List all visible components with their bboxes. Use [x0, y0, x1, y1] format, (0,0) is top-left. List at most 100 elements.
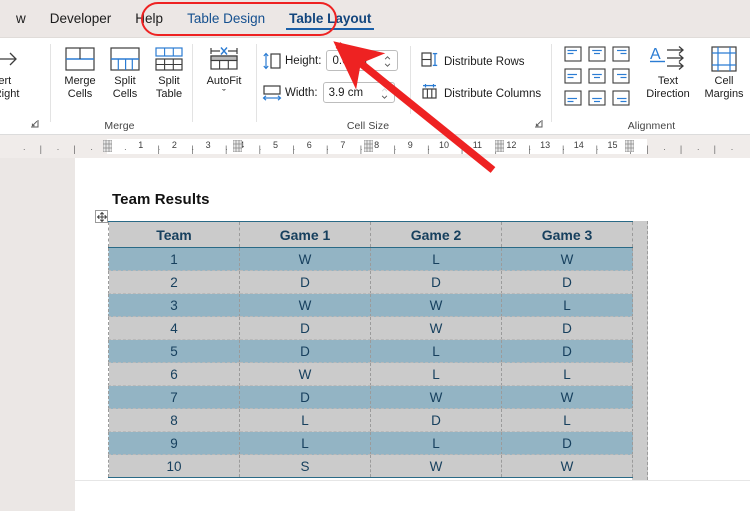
horizontal-ruler[interactable]: ·|·|·1·|2·|3·|4·|5·|6·|7·|8·|9·|10·|11·|… — [0, 135, 750, 158]
table-move-handle[interactable] — [95, 210, 108, 223]
alignment-button-grid — [561, 43, 633, 109]
align-top-right-button[interactable] — [609, 43, 633, 65]
table-cell[interactable]: D — [501, 270, 633, 294]
table-cell[interactable]: D — [501, 431, 633, 455]
distribute-rows-button[interactable]: Distribute Rows — [421, 51, 525, 73]
table-cell[interactable]: D — [239, 270, 371, 294]
table-cell[interactable]: 1 — [108, 247, 240, 271]
align-bottom-left-button[interactable] — [561, 87, 585, 109]
table-cell[interactable]: W — [239, 293, 371, 317]
table-cell[interactable]: L — [239, 431, 371, 455]
tab-table-layout[interactable]: Table Layout — [277, 0, 383, 38]
table-cell[interactable]: S — [239, 454, 371, 478]
tab-table-design[interactable]: Table Design — [175, 0, 277, 38]
table-row[interactable]: 8LDL — [108, 408, 633, 432]
table-cell[interactable]: 4 — [108, 316, 240, 340]
table-row[interactable]: 9LLD — [108, 431, 633, 455]
height-spinner[interactable] — [382, 51, 393, 72]
table-cell[interactable]: D — [239, 339, 371, 363]
cell-size-inner-divider — [410, 46, 411, 114]
table-cell[interactable]: W — [501, 385, 633, 409]
table-row[interactable]: 5DLD — [108, 339, 633, 363]
text-direction-label-1: Text — [657, 75, 679, 87]
table-cell[interactable]: L — [501, 362, 633, 386]
table-cell[interactable]: D — [239, 385, 371, 409]
results-table[interactable]: Team Game 1 Game 2 Game 3 1WLW2DDD3WWL4DWD5… — [108, 221, 633, 478]
align-bottom-center-button[interactable] — [585, 87, 609, 109]
table-cell[interactable]: W — [370, 293, 502, 317]
distribute-rows-icon — [421, 51, 438, 73]
table-cell[interactable]: W — [370, 454, 502, 478]
ruler-column-marker[interactable] — [102, 139, 112, 153]
table-row[interactable]: 1WLW — [108, 247, 633, 271]
table-cell[interactable]: 7 — [108, 385, 240, 409]
distribute-columns-button[interactable]: Distribute Columns — [421, 83, 541, 105]
width-spinner[interactable] — [379, 83, 390, 104]
ruler-column-marker[interactable] — [624, 139, 635, 153]
table-right-selection-strip[interactable] — [632, 221, 648, 480]
autofit-chevron-icon[interactable]: ˇ — [198, 88, 250, 101]
table-cell[interactable]: 8 — [108, 408, 240, 432]
table-cell[interactable]: 10 — [108, 454, 240, 478]
table-cell[interactable]: L — [239, 408, 371, 432]
align-bottom-right-button[interactable] — [609, 87, 633, 109]
split-table-button[interactable]: Split Table — [143, 43, 195, 100]
document-page[interactable]: Team Results Team Game 1 Game 2 Game 3 1WLW… — [75, 158, 750, 511]
table-cell[interactable]: W — [239, 362, 371, 386]
cell-size-dialog-launcher[interactable] — [532, 119, 544, 131]
table-cell[interactable]: W — [501, 454, 633, 478]
ruler-column-marker[interactable] — [363, 139, 374, 153]
width-input[interactable]: 3.9 cm — [322, 82, 395, 104]
table-cell[interactable]: L — [370, 339, 502, 363]
align-middle-left-button[interactable] — [561, 65, 585, 87]
table-cell[interactable]: D — [370, 270, 502, 294]
table-column-header[interactable]: Game 2 — [370, 221, 502, 248]
align-top-center-button[interactable] — [585, 43, 609, 65]
table-cell[interactable]: 9 — [108, 431, 240, 455]
table-cell[interactable]: L — [370, 431, 502, 455]
height-input[interactable]: 0.6 cm — [326, 50, 399, 72]
table-cell[interactable]: L — [501, 293, 633, 317]
ruler-tick: · — [393, 144, 397, 154]
table-cell[interactable]: 3 — [108, 293, 240, 317]
table-column-header[interactable]: Game 1 — [239, 221, 371, 248]
table-row[interactable]: 2DDD — [108, 270, 633, 294]
table-cell[interactable]: D — [239, 316, 371, 340]
table-cell[interactable]: 2 — [108, 270, 240, 294]
table-cell[interactable]: 6 — [108, 362, 240, 386]
table-cell[interactable]: L — [370, 247, 502, 271]
rows-columns-dialog-launcher[interactable] — [28, 119, 40, 131]
table-cell[interactable]: D — [370, 408, 502, 432]
autofit-button[interactable]: AutoFit ˇ — [198, 43, 250, 100]
table-cell[interactable]: W — [501, 247, 633, 271]
table-cell[interactable]: D — [501, 316, 633, 340]
table-row[interactable]: 10 S W W — [108, 454, 633, 478]
text-direction-button[interactable]: A Text Direction — [639, 43, 697, 100]
table-column-header[interactable]: Team — [108, 221, 240, 248]
table-cell[interactable]: D — [501, 339, 633, 363]
table-cell[interactable]: W — [370, 316, 502, 340]
align-middle-center-button[interactable] — [585, 65, 609, 87]
table-row[interactable]: 3WWL — [108, 293, 633, 317]
ruler-column-marker[interactable] — [232, 139, 243, 153]
ruler-column-marker[interactable] — [494, 139, 505, 153]
table-wrapper[interactable]: Team Game 1 Game 2 Game 3 1WLW2DDD3WWL4DWD5… — [108, 221, 633, 478]
table-cell[interactable]: L — [370, 362, 502, 386]
table-cell[interactable]: W — [239, 247, 371, 271]
table-row[interactable]: 4DWD — [108, 316, 633, 340]
cell-size-group-label: Cell Size — [346, 120, 390, 132]
insert-right-button[interactable]: sert n Right — [0, 43, 33, 100]
tab-developer[interactable]: Developer — [38, 0, 124, 38]
align-middle-right-button[interactable] — [609, 65, 633, 87]
table-cell[interactable]: 5 — [108, 339, 240, 363]
table-row[interactable]: 7DWW — [108, 385, 633, 409]
tab-help[interactable]: Help — [123, 0, 175, 38]
tab-view[interactable]: w — [4, 0, 38, 38]
table-cell[interactable]: W — [370, 385, 502, 409]
align-top-left-button[interactable] — [561, 43, 585, 65]
ruler-tick: · — [292, 144, 296, 154]
table-row[interactable]: 6WLL — [108, 362, 633, 386]
table-column-header[interactable]: Game 3 — [501, 221, 633, 248]
cell-margins-button[interactable]: Cell Margins — [701, 43, 747, 100]
table-cell[interactable]: L — [501, 408, 633, 432]
